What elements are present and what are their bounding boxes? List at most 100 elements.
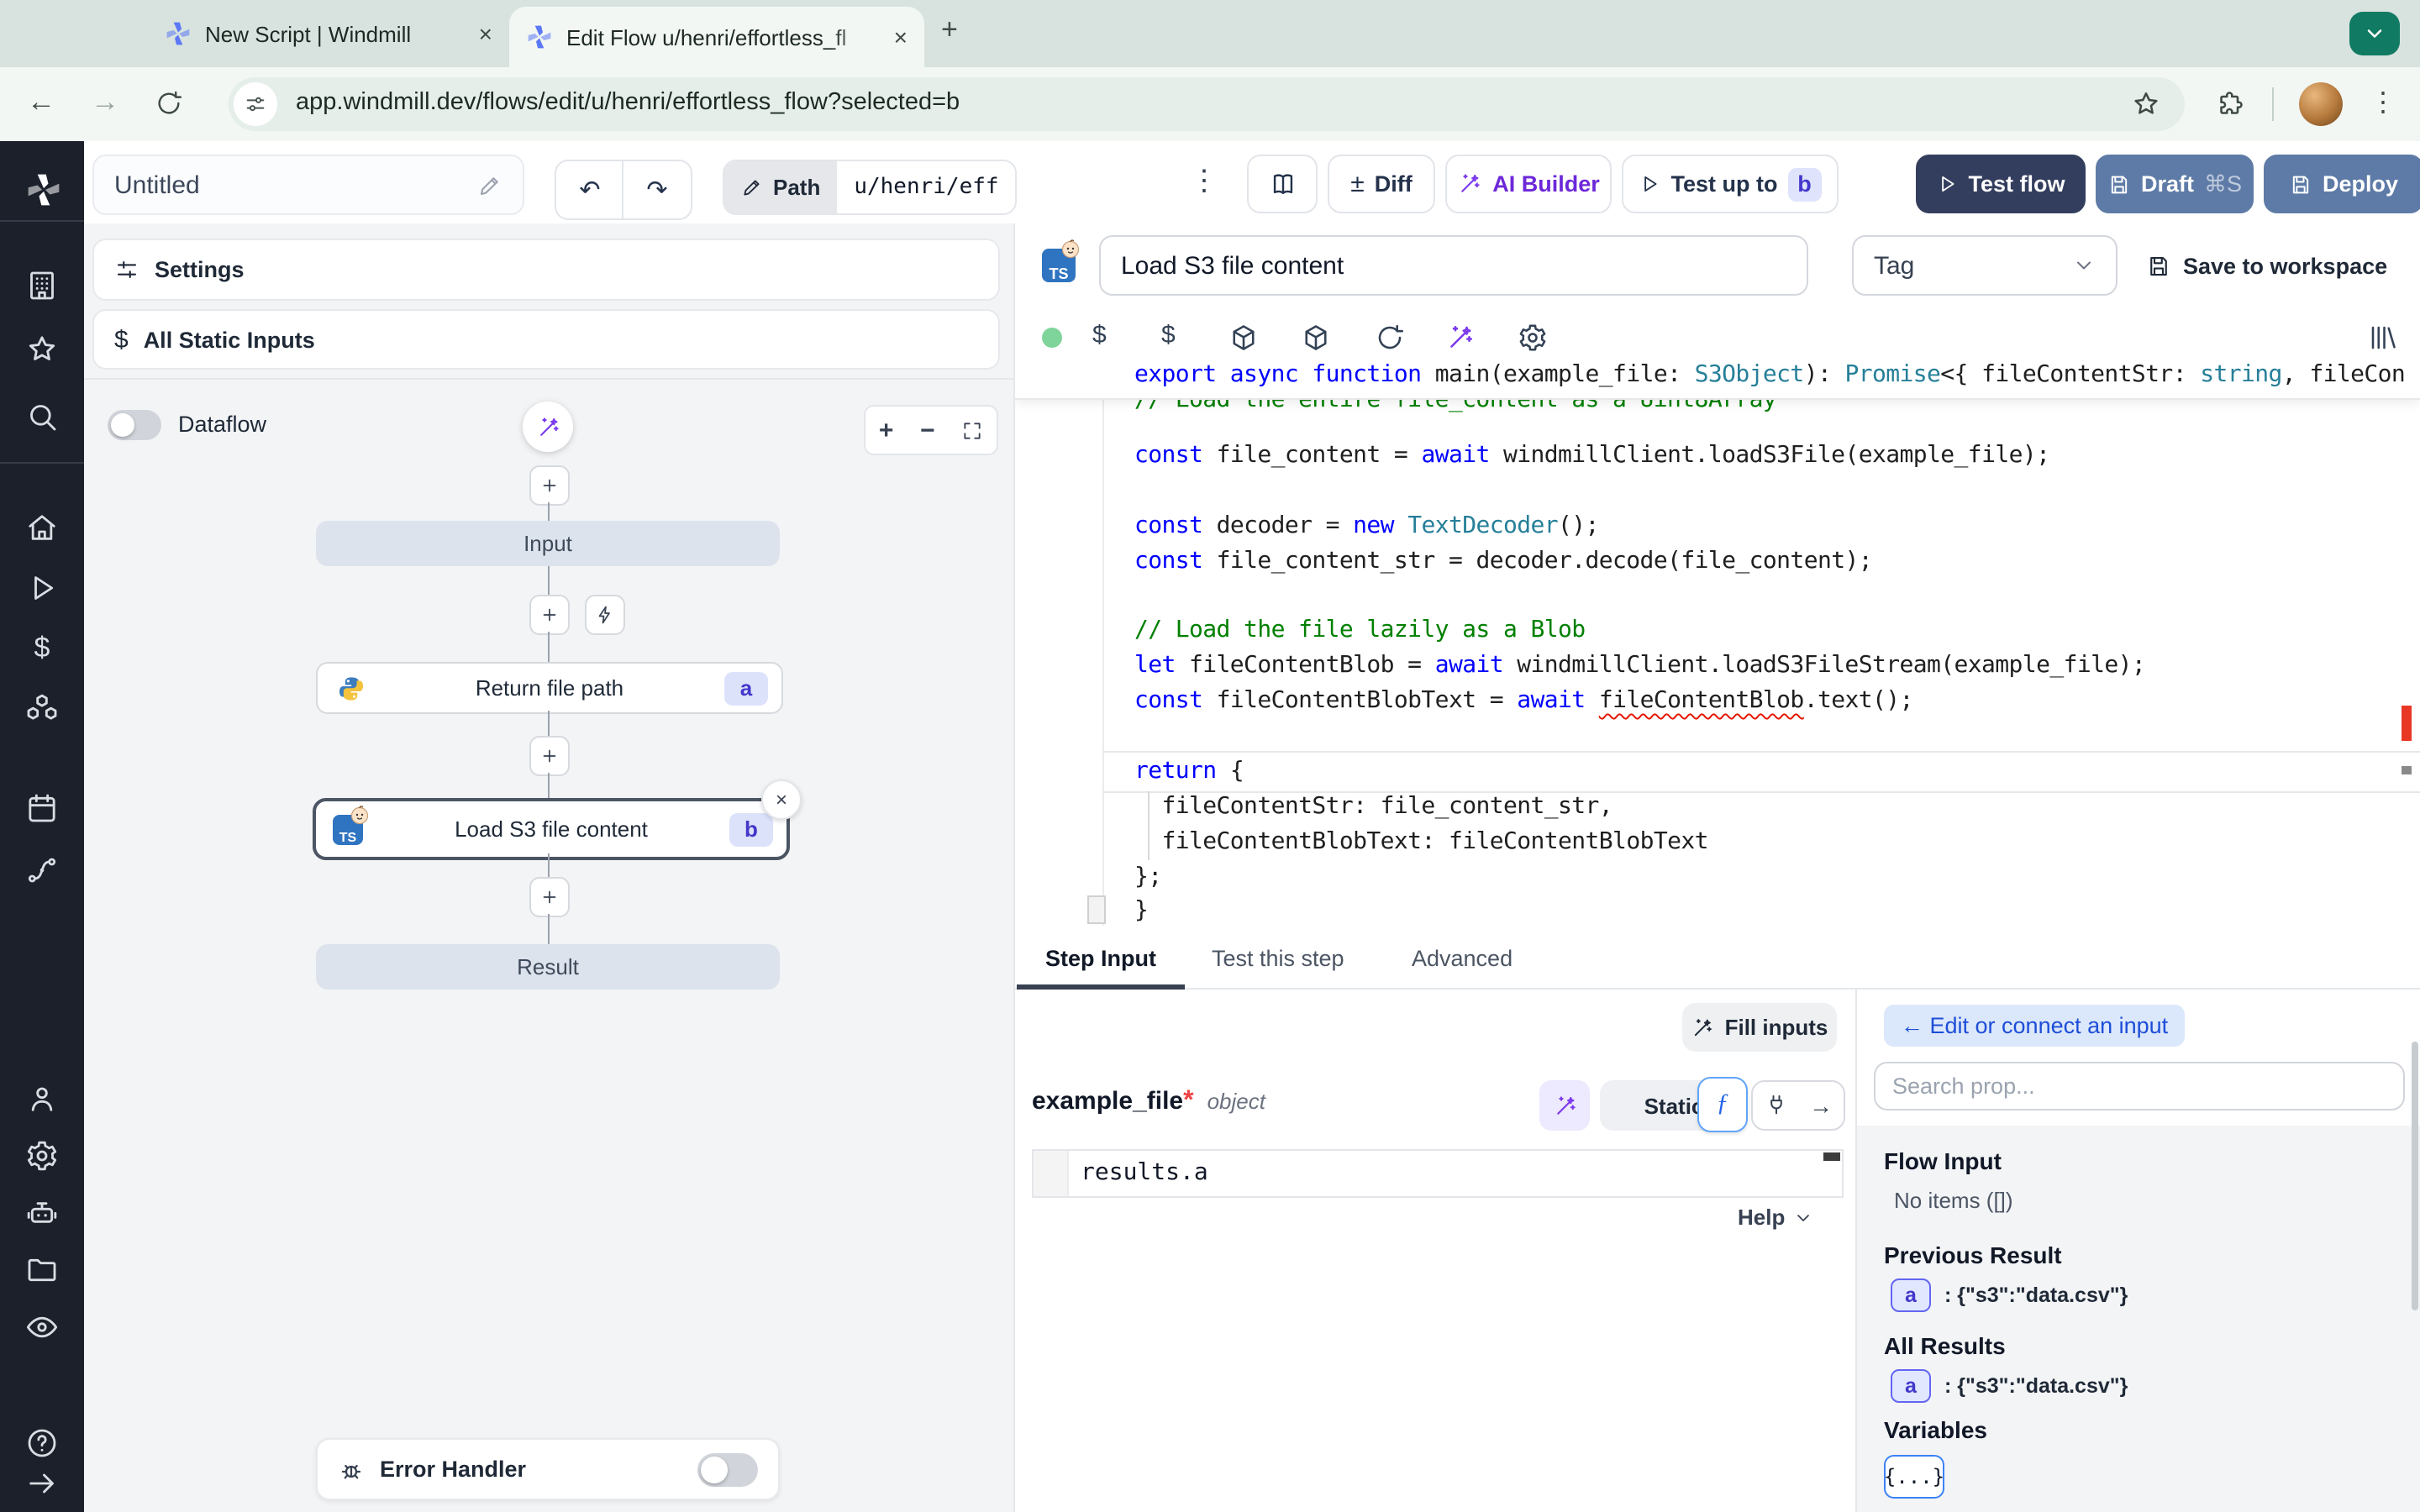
dataflow-toggle[interactable] — [108, 410, 161, 440]
new-tab-button[interactable]: + — [941, 13, 958, 47]
undo-button[interactable]: ↶ — [555, 160, 623, 220]
assets-dollar-icon[interactable]: $ — [1092, 321, 1107, 349]
all-static-inputs-button[interactable]: $ All Static Inputs — [92, 309, 1000, 370]
package-box-icon[interactable] — [1301, 323, 1331, 353]
expr-editor[interactable]: results.a — [1032, 1149, 1844, 1198]
save-to-workspace-button[interactable]: Save to workspace — [2146, 244, 2387, 287]
sidebar-item-logo[interactable] — [25, 171, 59, 205]
tab-close-icon[interactable]: × — [894, 24, 908, 50]
graph-node-a[interactable]: Return file path a — [316, 662, 783, 714]
graph-result-node[interactable]: Result — [316, 944, 780, 990]
javascript-mode-button[interactable]: ƒ — [1697, 1077, 1748, 1132]
add-step-button[interactable] — [529, 877, 570, 917]
result-badge-a[interactable]: a — [1891, 1278, 1931, 1312]
sidebar-item-home[interactable] — [25, 511, 59, 544]
graph-input-node[interactable]: Input — [316, 521, 780, 566]
add-step-button[interactable] — [529, 595, 570, 635]
sidebar-item-runs[interactable] — [25, 571, 59, 605]
ai-builder-button[interactable]: AI Builder — [1445, 155, 1612, 213]
site-settings-button[interactable] — [234, 82, 277, 126]
tab-search-button[interactable] — [2349, 12, 2400, 55]
sidebar-item-resources[interactable] — [25, 692, 59, 726]
building-icon — [25, 269, 59, 302]
tab-advanced[interactable]: Advanced — [1412, 926, 1512, 990]
sidebar-item-schedules[interactable] — [25, 791, 59, 825]
tag-select[interactable]: Tag — [1852, 235, 2118, 296]
library-icon[interactable] — [2368, 323, 2398, 353]
refresh-icon[interactable] — [1375, 323, 1405, 353]
docs-button[interactable] — [1247, 155, 1318, 213]
more-menu-icon[interactable]: ⋮ — [1190, 165, 1218, 198]
magic-wand-icon — [1457, 171, 1482, 197]
result-badge-a[interactable]: a — [1891, 1369, 1931, 1403]
draft-button[interactable]: Draft⌘S — [2096, 155, 2254, 213]
sidebar-item-help[interactable] — [25, 1426, 59, 1460]
sidebar-item-routes[interactable] — [25, 853, 59, 887]
reload-button[interactable] — [155, 89, 183, 118]
forward-button[interactable]: → — [91, 86, 119, 119]
browser-menu-icon[interactable]: ⋮ — [2370, 86, 2396, 119]
panel-scrollbar[interactable] — [2412, 1042, 2418, 1310]
tab-step-input[interactable]: Step Input — [1045, 926, 1156, 990]
sidebar-item-favorites[interactable] — [25, 333, 59, 366]
tune-icon — [244, 92, 267, 116]
help-dropdown[interactable]: Help — [1738, 1205, 1813, 1230]
add-step-button[interactable] — [529, 736, 570, 776]
graph-ai-button[interactable] — [523, 402, 573, 452]
windmill-logo-icon — [25, 171, 62, 208]
settings-button[interactable]: Settings — [92, 239, 1000, 301]
search-prop-input[interactable] — [1874, 1062, 2405, 1110]
fold-marker[interactable] — [1087, 895, 1106, 924]
gear-icon[interactable] — [1518, 323, 1548, 353]
browser-tab-edit-flow[interactable]: Edit Flow u/henri/effortless_fl × — [509, 7, 924, 67]
sidebar-item-settings[interactable] — [25, 1139, 59, 1173]
bookmark-star-icon[interactable] — [2131, 89, 2161, 119]
arrow-right-icon[interactable]: → — [1809, 1092, 1833, 1119]
ai-fill-button[interactable] — [1539, 1080, 1590, 1131]
sidebar-item-variables[interactable]: $ — [25, 632, 59, 665]
variables-object-button[interactable]: {...} — [1884, 1455, 1944, 1499]
sidebar-item-workspace[interactable] — [25, 269, 59, 302]
error-handler-toggle[interactable] — [697, 1452, 758, 1486]
diff-button[interactable]: ±Diff — [1328, 155, 1435, 213]
deploy-button[interactable]: Deploy — [2264, 155, 2420, 213]
tab-close-icon[interactable]: × — [479, 20, 492, 47]
back-button[interactable]: ← — [27, 86, 55, 119]
package-box-icon[interactable] — [1228, 323, 1259, 353]
error-handler-card[interactable]: Error Handler — [316, 1438, 780, 1500]
tab-test-this-step[interactable]: Test this step — [1212, 926, 1344, 990]
sidebar-item-audit[interactable] — [25, 1310, 59, 1344]
sidebar-item-users[interactable] — [25, 1082, 59, 1116]
sidebar-item-workers[interactable] — [25, 1198, 59, 1231]
magic-wand-icon[interactable] — [1445, 323, 1476, 353]
add-trigger-button[interactable] — [585, 595, 625, 635]
fill-inputs-button[interactable]: Fill inputs — [1682, 1003, 1837, 1052]
path-chip[interactable]: Path u/henri/eff — [723, 160, 1018, 215]
code-editor[interactable]: export async function main(example_file:… — [1015, 358, 2420, 926]
remove-step-button[interactable]: × — [761, 780, 802, 820]
all-results-value[interactable]: : {"s3":"data.csv"} — [1944, 1374, 2128, 1398]
sidebar-item-search[interactable] — [25, 400, 59, 433]
add-step-button[interactable] — [529, 465, 570, 506]
edit-or-connect-chip[interactable]: ← Edit or connect an input — [1884, 1005, 2185, 1047]
zoom-out-button[interactable]: − — [920, 416, 935, 444]
graph-node-b-selected[interactable]: TS Load S3 file content b — [313, 798, 790, 860]
flow-name-input[interactable]: Untitled — [92, 155, 524, 215]
browser-tab-new-script[interactable]: New Script | Windmill × — [148, 7, 509, 60]
step-name-input[interactable]: Load S3 file content — [1099, 235, 1808, 296]
variables-dollar-icon[interactable]: $ — [1161, 321, 1176, 349]
fullscreen-icon[interactable] — [961, 419, 983, 441]
plug-icon[interactable] — [1764, 1094, 1787, 1117]
previous-result-value[interactable]: : {"s3":"data.csv"} — [1944, 1284, 2128, 1307]
extensions-puzzle-icon[interactable] — [2215, 89, 2245, 119]
sidebar-item-folders[interactable] — [25, 1253, 59, 1287]
avatar[interactable] — [2299, 82, 2343, 126]
test-up-to-button[interactable]: Test up to b — [1622, 155, 1839, 213]
address-bar[interactable]: app.windmill.dev/flows/edit/u/henri/effo… — [229, 77, 2185, 131]
editor-gutter-line — [1102, 358, 1104, 926]
test-flow-button[interactable]: Test flow — [1916, 155, 2086, 213]
sidebar-collapse-button[interactable] — [25, 1467, 59, 1500]
zoom-in-button[interactable]: + — [879, 416, 894, 444]
all-results-header: All Results — [1884, 1332, 2006, 1359]
redo-button[interactable]: ↷ — [622, 160, 692, 220]
